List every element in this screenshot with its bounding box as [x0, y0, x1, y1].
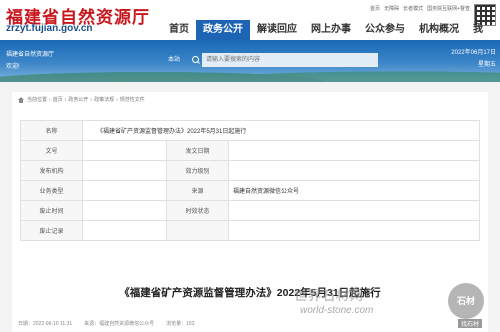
repeal-time-label: 废止时间: [20, 200, 83, 221]
search-input[interactable]: [202, 53, 378, 67]
nav-item-home[interactable]: 首页: [162, 20, 196, 40]
breadcrumb-normative-docs[interactable]: 规范性文件: [120, 96, 145, 103]
nav-item-me[interactable]: 我: [466, 20, 490, 40]
table-row: 文号 发文日期: [20, 140, 480, 161]
quick-link-accessibility[interactable]: 无障碍: [384, 5, 399, 12]
document-info-table: 名称 《福建省矿产资源监督管理办法》2022年5月31日起施行 文号 发文日期 …: [20, 120, 480, 241]
search-bar: 本站: [158, 53, 378, 67]
business-type-value: [82, 180, 167, 201]
validity-status-value: [228, 200, 480, 221]
breadcrumb: 当前位置 › 首页 › 政务公开 › 政策法规 › 规范性文件: [18, 96, 145, 103]
table-row: 废止记录: [20, 220, 480, 241]
effect-level-value: [228, 160, 480, 181]
effect-level-label: 效力级别: [166, 160, 229, 181]
table-row: 发布机构 效力级别: [20, 160, 480, 181]
document-meta: 日期：2022-06-10 11:31 来源：福建自然资源微信公众号 浏览量：1…: [18, 320, 194, 327]
repeal-time-value: [82, 200, 167, 221]
business-type-label: 业务类型: [20, 180, 83, 201]
issue-date-value: [228, 140, 480, 161]
current-date: 2022年06月17日: [451, 50, 496, 56]
breadcrumb-separator: ›: [90, 96, 93, 103]
source-label: 来源: [166, 180, 229, 201]
doc-number-label: 文号: [20, 140, 83, 161]
breadcrumb-policy[interactable]: 政策法规: [94, 96, 114, 103]
document-title: 《福建省矿产资源监督管理办法》2022年5月31日起施行: [119, 287, 381, 299]
publisher-label: 发布机构: [20, 160, 83, 181]
nav-item-public-participation[interactable]: 公众参与: [358, 20, 412, 40]
quick-link-elder-mode[interactable]: 长者模式: [403, 5, 423, 12]
breadcrumb-home[interactable]: 首页: [53, 96, 63, 103]
breadcrumb-gov-affairs[interactable]: 政务公开: [68, 96, 88, 103]
current-weekday: 星期五: [477, 62, 496, 68]
doc-number-value: [82, 140, 167, 161]
main-nav: 首页 政务公开 解读回应 网上办事 公众参与 机构概况 我: [0, 20, 500, 40]
nav-item-institution[interactable]: 机构概况: [412, 20, 466, 40]
nav-item-interpretation[interactable]: 解读回应: [250, 20, 304, 40]
name-value: 《福建省矿产资源监督管理办法》2022年5月31日起施行: [82, 120, 480, 141]
breadcrumb-separator: ›: [49, 96, 51, 103]
nav-item-gov-affairs[interactable]: 政务公开: [196, 20, 250, 40]
repeal-record-label: 废止记录: [20, 220, 83, 241]
source-value: 福建自然资源微信公众号: [228, 180, 480, 201]
breadcrumb-separator: ›: [116, 96, 118, 103]
issue-date-label: 发文日期: [166, 140, 229, 161]
empty-value: [228, 220, 480, 241]
table-row: 业务类型 来源 福建自然资源微信公众号: [20, 180, 480, 201]
home-icon: [18, 96, 24, 103]
breadcrumb-separator: ›: [64, 96, 67, 103]
meta-date: 日期：2022-06-10 11:31: [18, 321, 73, 327]
quick-links: 首页 无障碍 长者模式 国务院互联网+督查: [370, 5, 470, 12]
meta-source: 来源：福建自然资源微信公众号: [84, 321, 155, 327]
empty-label: [166, 220, 229, 241]
search-scope-select[interactable]: 本站: [158, 53, 190, 67]
name-label: 名称: [20, 120, 83, 141]
table-row: 废止时间 时效状态: [20, 200, 480, 221]
banner-welcome: 欢迎!: [6, 64, 20, 70]
meta-views: 浏览量：153: [166, 321, 195, 327]
publisher-value: [82, 160, 167, 181]
repeal-record-value: [82, 220, 167, 241]
quick-link-home[interactable]: 首页: [370, 5, 380, 12]
breadcrumb-label: 当前位置: [27, 97, 48, 103]
search-icon[interactable]: [190, 53, 202, 67]
banner-site-name: 福建省自然资源厅: [6, 52, 55, 58]
nav-item-online-services[interactable]: 网上办事: [304, 20, 358, 40]
quick-link-supervision[interactable]: 国务院互联网+督查: [427, 5, 470, 12]
table-row: 名称 《福建省矿产资源监督管理办法》2022年5月31日起施行: [20, 120, 480, 141]
validity-status-label: 时效状态: [166, 200, 229, 221]
